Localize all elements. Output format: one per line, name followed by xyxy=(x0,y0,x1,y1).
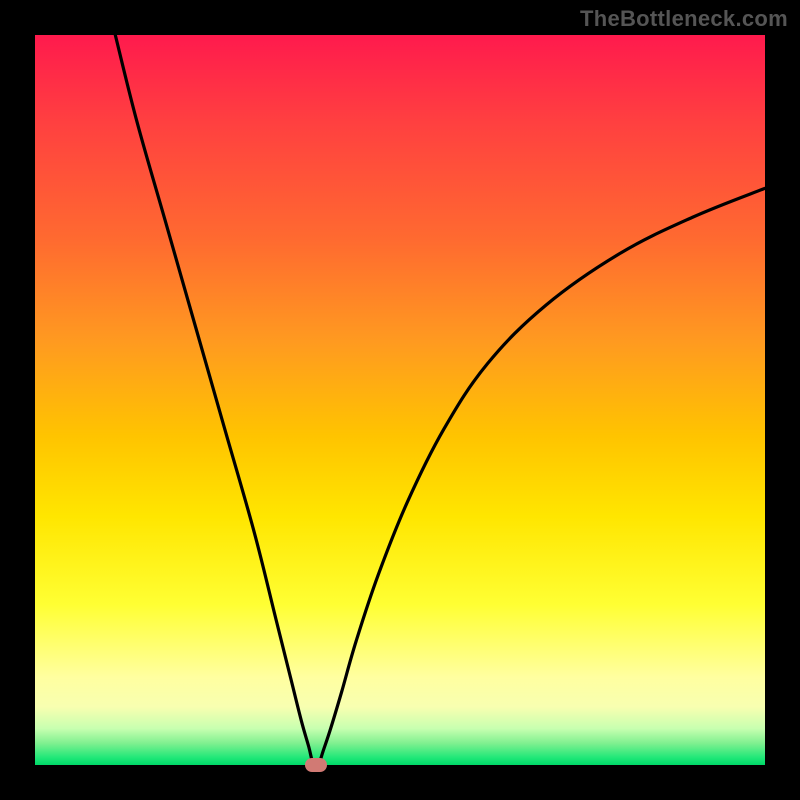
optimal-point-marker xyxy=(305,758,327,772)
bottleneck-curve xyxy=(35,35,765,765)
chart-frame: TheBottleneck.com xyxy=(0,0,800,800)
watermark-text: TheBottleneck.com xyxy=(580,6,788,32)
plot-area xyxy=(35,35,765,765)
